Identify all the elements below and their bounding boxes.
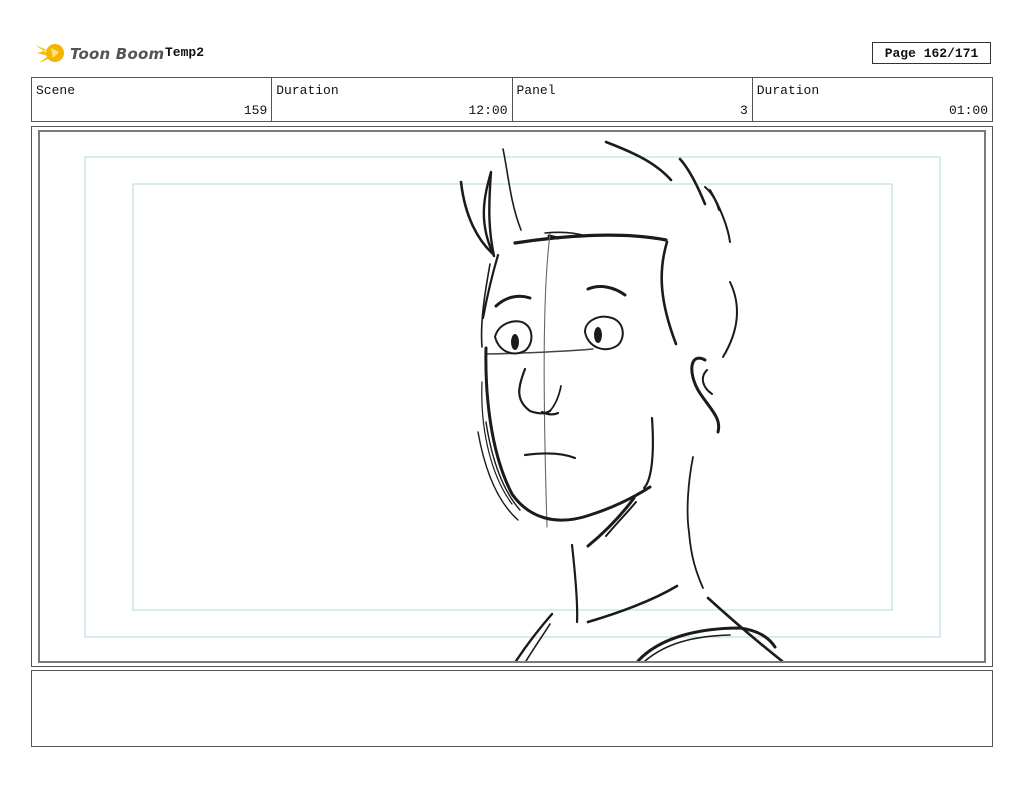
panel-notes-box <box>31 670 993 747</box>
panel-label: Panel <box>516 83 556 98</box>
scene-duration-value: 12:00 <box>468 103 508 118</box>
scene-label: Scene <box>36 83 76 98</box>
scene-duration-label: Duration <box>276 83 339 98</box>
toon-boom-star-icon <box>35 44 64 63</box>
title-safe-guide <box>84 156 941 638</box>
character-sketch <box>459 140 784 661</box>
panel-value: 3 <box>739 103 748 118</box>
scene-value: 159 <box>243 103 268 118</box>
panel-duration-label: Duration <box>756 83 820 98</box>
storyboard-panel <box>38 130 986 663</box>
panel-duration-value: 01:00 <box>948 103 988 118</box>
page-label: Page 162/171 <box>884 45 979 61</box>
page-indicator: Page 162/171 <box>872 42 991 64</box>
action-safe-guide <box>132 183 893 611</box>
logo-text: Toon Boom <box>70 45 165 63</box>
toon-boom-logo: Toon Boom <box>33 38 164 70</box>
scene-duration-cell: Duration 12:00 <box>272 78 513 121</box>
panel-drawing <box>84 140 941 661</box>
storyboard-panel-frame <box>31 126 993 667</box>
project-name: Temp2 <box>165 45 205 60</box>
panel-duration-cell: Duration 01:00 <box>753 78 992 121</box>
scene-cell: Scene 159 <box>32 78 273 121</box>
panel-cell: Panel 3 <box>513 78 753 121</box>
scene-info-row: Scene 159 Duration 12:00 Panel 3 Duratio… <box>31 77 993 122</box>
